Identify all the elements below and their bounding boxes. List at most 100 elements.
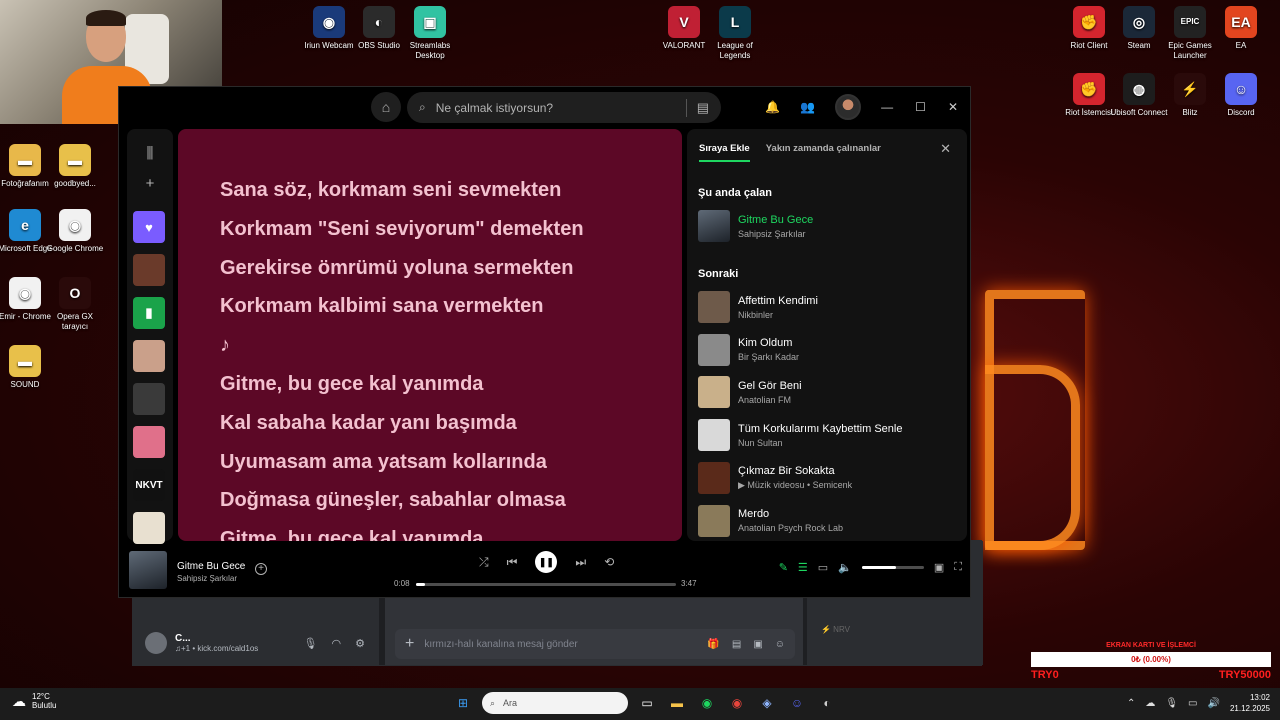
volume-icon[interactable]: 🔈 xyxy=(838,561,852,574)
library-item[interactable]: ▮ xyxy=(133,297,165,329)
desktop-icon[interactable]: ▬ goodbyed... xyxy=(43,144,107,189)
desktop-icon[interactable]: EA EA xyxy=(1209,6,1273,51)
library-item[interactable] xyxy=(133,340,165,372)
spotify-icon[interactable]: ◉ xyxy=(696,692,718,714)
pause-button[interactable]: ❚❚ xyxy=(535,551,558,573)
album-art xyxy=(698,210,730,242)
album-art xyxy=(698,291,730,323)
lyrics-icon[interactable]: ✎ xyxy=(779,561,788,574)
create-playlist-button[interactable]: + xyxy=(127,175,173,192)
library-item[interactable]: NKVT xyxy=(133,469,165,501)
previous-icon[interactable]: ⏮ xyxy=(507,555,518,570)
desktop-icon[interactable]: ☺ Discord xyxy=(1209,73,1273,118)
lyric-line[interactable]: Gerekirse ömrümü yoluna sermekten xyxy=(220,249,682,288)
app-icon: ▬ xyxy=(59,144,91,176)
library-item[interactable]: ♥ xyxy=(133,211,165,243)
taskbar-search[interactable]: ⌕ Ara xyxy=(482,692,628,714)
profile-avatar[interactable] xyxy=(835,94,862,120)
plus-icon[interactable]: + xyxy=(405,635,414,653)
home-button[interactable]: ⌂ xyxy=(371,92,401,122)
volume-slider[interactable] xyxy=(861,566,924,569)
gif-icon[interactable]: ▤ xyxy=(732,639,741,650)
library-item[interactable] xyxy=(133,512,165,544)
browse-icon[interactable]: ▤ xyxy=(697,100,709,116)
queue-item[interactable]: Kim Oldum Bir Şarkı Kadar xyxy=(698,333,958,367)
headphones-icon[interactable]: ◠ xyxy=(332,637,342,650)
queue-item[interactable]: Merdo Anatolian Psych Rock Lab xyxy=(698,504,958,538)
search-icon: ⌕ xyxy=(490,697,496,708)
file-explorer-icon[interactable]: ▬ xyxy=(666,692,688,714)
discord-icon[interactable]: ☺ xyxy=(786,692,808,714)
connect-device-icon[interactable]: ▭ xyxy=(818,561,828,574)
member-tag[interactable]: ⚡ NRV xyxy=(821,625,850,634)
app-icon: O xyxy=(59,277,91,309)
queue-item[interactable]: Tüm Korkularımı Kaybettim Senle Nun Sulta… xyxy=(698,418,958,452)
donation-goal: EKRAN KARTI VE İŞLEMCİ 0₺ (0.00%) TRY0 T… xyxy=(1031,642,1271,681)
lyric-line[interactable]: Doğmasa güneşler, sabahlar olmasa xyxy=(220,481,682,520)
cloud-icon[interactable]: ☁ xyxy=(1145,698,1155,709)
goal-max: TRY50000 xyxy=(1218,669,1271,681)
queue-icon[interactable]: ☰ xyxy=(798,561,808,574)
obs-icon[interactable]: ◐ xyxy=(816,692,838,714)
volume-icon[interactable]: 🔊 xyxy=(1208,698,1220,709)
now-playing-artist[interactable]: Sahipsiz Şarkılar xyxy=(177,574,237,583)
miniplayer-icon[interactable]: ▣ xyxy=(934,561,944,574)
library-item[interactable] xyxy=(133,383,165,415)
lyric-line[interactable]: Sana söz, korkmam seni sevmekten xyxy=(220,171,682,210)
tab-queue[interactable]: Sıraya Ekle xyxy=(699,143,750,162)
emoji-icon[interactable]: ☺ xyxy=(775,639,785,650)
desktop-icon[interactable]: ▣ Streamlabs Desktop xyxy=(398,6,462,61)
tab-recent[interactable]: Yakın zamanda çalınanlar xyxy=(766,143,881,162)
repeat-icon[interactable]: ⟲ xyxy=(604,555,614,569)
library-item[interactable] xyxy=(133,426,165,458)
maximize-button[interactable]: ☐ xyxy=(915,100,926,114)
queue-item[interactable]: Affettim Kendimi Nikbinler xyxy=(698,290,958,324)
now-playing-art[interactable] xyxy=(129,551,167,589)
lyric-line[interactable]: Uyumasam ama yatsam kollarında xyxy=(220,443,682,482)
queue-item[interactable]: Çıkmaz Bir Sokakta ▶ Müzik videosu • Semi… xyxy=(698,461,958,495)
start-icon[interactable]: ⊞ xyxy=(452,692,474,714)
shuffle-icon[interactable]: ⤮ xyxy=(479,555,489,570)
library-icon[interactable]: ⫼ xyxy=(127,145,173,162)
settings-icon[interactable]: ⚙ xyxy=(355,637,365,650)
weather-widget[interactable]: ☁ 12°C Bulutlu xyxy=(12,692,56,710)
clock[interactable]: 13:02 21.12.2025 xyxy=(1230,692,1270,714)
close-icon[interactable]: ✕ xyxy=(940,141,951,157)
desktop-icon[interactable]: ▬ SOUND xyxy=(0,345,57,390)
desktop-icon[interactable]: O Opera GX tarayıcı xyxy=(43,277,107,332)
close-button[interactable]: ✕ xyxy=(948,100,958,114)
microphone-icon[interactable]: 🎙 xyxy=(1165,698,1178,709)
search-icon: ⌕ xyxy=(419,100,426,114)
queue-now-playing[interactable]: Gitme Bu Gece Sahipsiz Şarkılar xyxy=(698,209,958,243)
gift-icon[interactable]: 🎁 xyxy=(707,639,719,650)
fullscreen-icon[interactable]: ⛶ xyxy=(954,561,962,574)
next-icon[interactable]: ⏭ xyxy=(575,555,586,570)
lyric-line[interactable]: Kal sabaha kadar yanı başımda xyxy=(220,404,682,443)
microphone-icon[interactable]: 🎙 xyxy=(304,637,318,650)
now-playing-title[interactable]: Gitme Bu Gece xyxy=(177,561,245,572)
progress-bar[interactable] xyxy=(416,583,676,586)
friends-icon[interactable]: 👥 xyxy=(800,100,815,114)
chevron-up-icon[interactable]: ⌃ xyxy=(1127,698,1135,709)
lyric-line[interactable]: Gitme, bu gece kal yanımda xyxy=(220,520,682,541)
user-panel[interactable]: C... ♫+1 • kick.com/cald1os 🎙 ◠ ⚙ xyxy=(137,625,375,661)
lyric-line[interactable]: Gitme, bu gece kal yanımda xyxy=(220,365,682,404)
lyric-line[interactable]: ♪ xyxy=(220,326,682,365)
desktop-icon[interactable]: ◉ Google Chrome xyxy=(43,209,107,254)
desktop-icon[interactable]: L League of Legends xyxy=(703,6,767,61)
queue-item[interactable]: Gel Gör Beni Anatolian FM xyxy=(698,375,958,409)
search-input[interactable]: ⌕ Ne çalmak istiyorsun? ▤ xyxy=(407,92,721,123)
chrome-icon[interactable]: ◉ xyxy=(726,692,748,714)
minimize-button[interactable]: — xyxy=(881,100,893,114)
sticker-icon[interactable]: ▣ xyxy=(753,639,762,650)
bell-icon[interactable]: 🔔 xyxy=(765,100,780,114)
message-input[interactable]: + kırmızı-halı kanalına mesaj gönder 🎁 ▤… xyxy=(395,629,795,659)
library-item[interactable] xyxy=(133,254,165,286)
network-icon[interactable]: ▭ xyxy=(1188,698,1197,709)
task-view-icon[interactable]: ▭ xyxy=(636,692,658,714)
add-to-library-button[interactable]: + xyxy=(255,563,267,575)
lyric-line[interactable]: Korkmam kalbimi sana vermekten xyxy=(220,287,682,326)
app-icon[interactable]: ◈ xyxy=(756,692,778,714)
lyric-line[interactable]: Korkmam "Seni seviyorum" demekten xyxy=(220,210,682,249)
avatar[interactable] xyxy=(145,632,167,654)
